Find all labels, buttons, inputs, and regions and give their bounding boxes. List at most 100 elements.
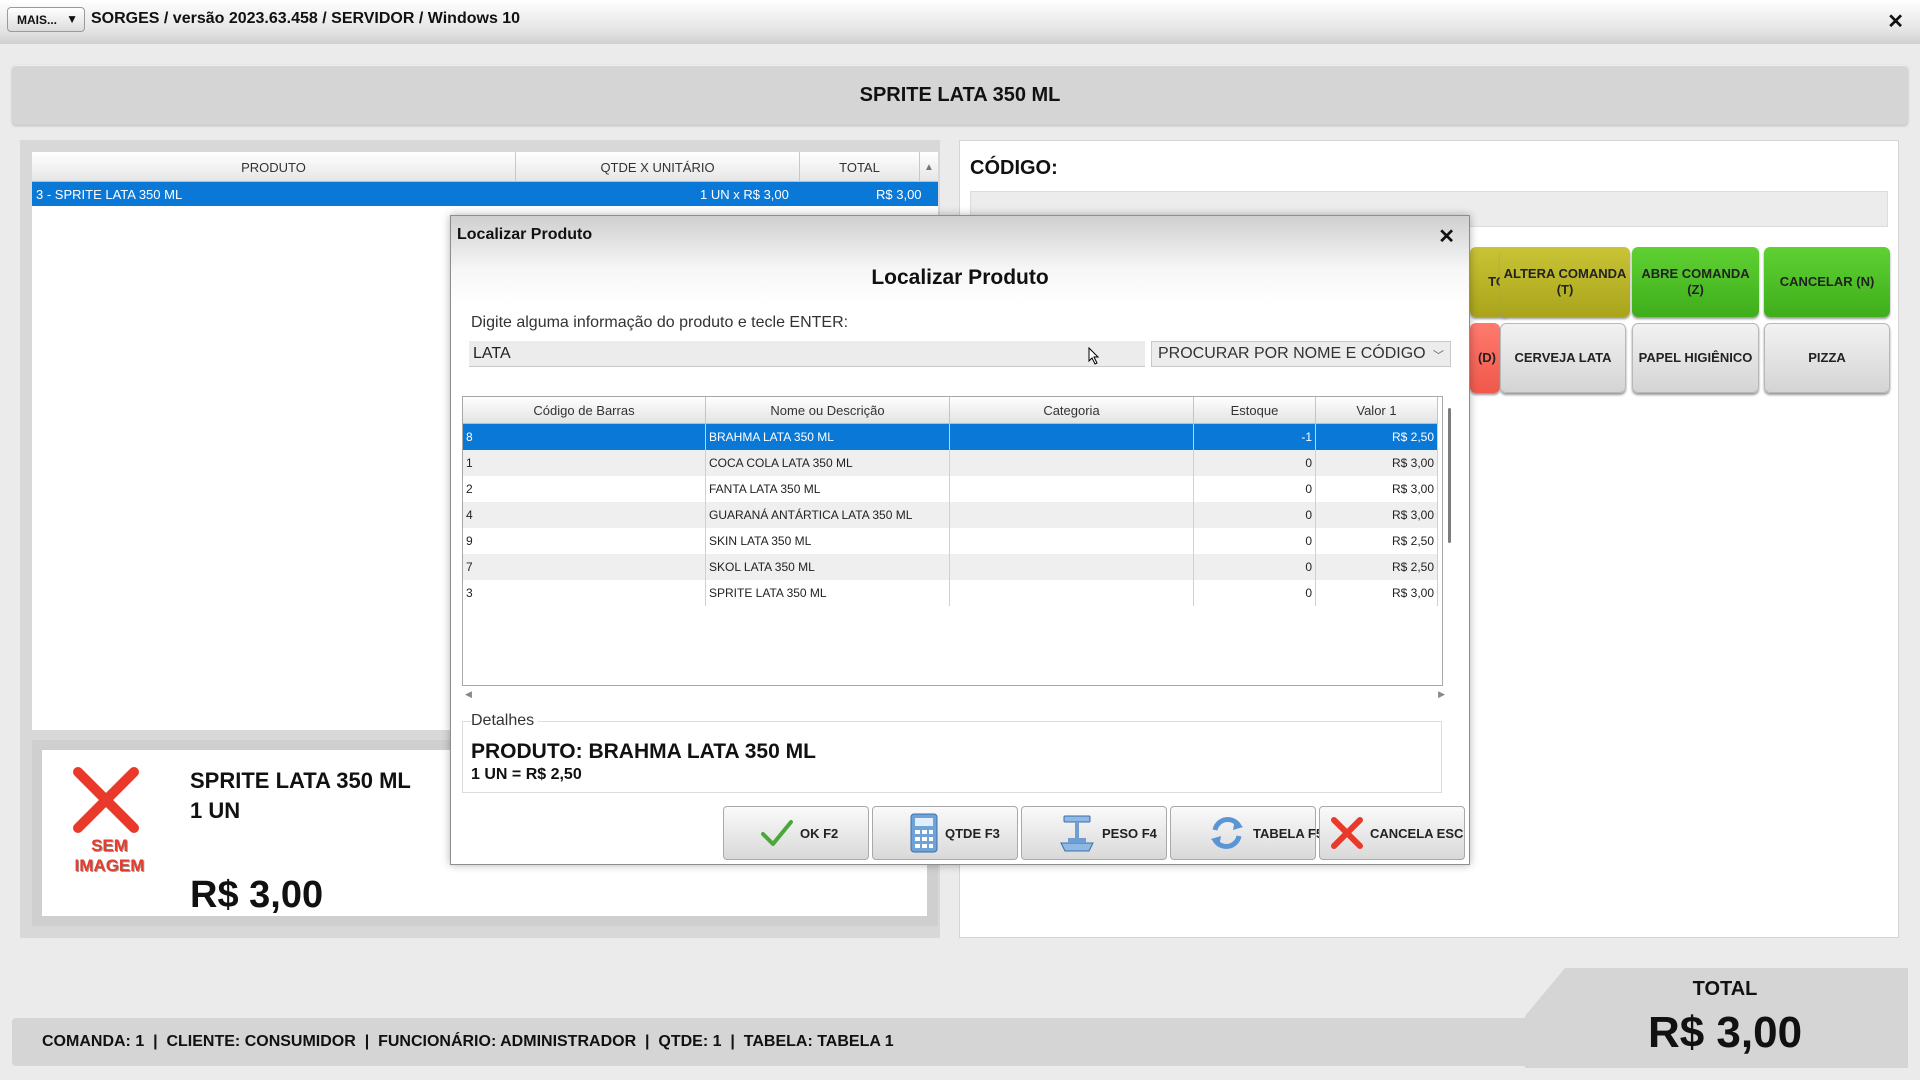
chevron-down-icon: ﹀ <box>1433 350 1444 362</box>
more-menu-label: MAIS... <box>17 12 58 27</box>
cell-value: R$ 3,00 <box>1316 502 1438 528</box>
cell-stock: 0 <box>1194 580 1316 606</box>
cell-stock: 0 <box>1194 476 1316 502</box>
cancelar-button[interactable]: CANCELAR (N) <box>1764 247 1890 317</box>
details-label: Detalhes <box>471 712 539 730</box>
cell-category <box>950 554 1194 580</box>
item-product: 3 - SPRITE LATA 350 ML <box>36 187 183 202</box>
function-button-d[interactable]: (D) <box>1470 323 1500 393</box>
ok-button-label: OK F2 <box>800 825 839 841</box>
vertical-scrollbar[interactable] <box>1448 408 1451 543</box>
scroll-up-icon[interactable]: ▲ <box>920 152 938 182</box>
cell-code: 2 <box>463 476 706 502</box>
item-qty-unit: 1 UN x R$ 3,00 <box>700 187 789 202</box>
cell-stock: 0 <box>1194 554 1316 580</box>
cell-value: R$ 3,00 <box>1316 476 1438 502</box>
cell-value: R$ 3,00 <box>1316 450 1438 476</box>
column-header-total[interactable]: TOTAL <box>800 152 920 182</box>
cancela-button[interactable]: CANCELA ESC <box>1319 806 1465 860</box>
dialog-title: Localizar Produto <box>457 226 593 243</box>
results-table-body: 8 BRAHMA LATA 350 ML -1 R$ 2,50 1 COCA C… <box>463 424 1438 606</box>
cell-value: R$ 2,50 <box>1316 554 1438 580</box>
status-text: COMANDA: 1 | CLIENTE: CONSUMIDOR | FUNCI… <box>42 1033 894 1050</box>
cell-stock: 0 <box>1194 528 1316 554</box>
cell-stock: 0 <box>1194 450 1316 476</box>
search-mode-select[interactable]: PROCURAR POR NOME E CÓDIGO ﹀ <box>1151 341 1451 367</box>
scroll-left-icon[interactable]: ◀ <box>465 689 472 700</box>
details-product-price: 1 UN = R$ 2,50 <box>471 766 582 783</box>
column-header-codigo[interactable]: Código de Barras <box>463 397 706 424</box>
window-close-icon[interactable]: ✕ <box>1887 9 1904 34</box>
cell-name: COCA COLA LATA 350 ML <box>706 450 950 476</box>
cell-code: 8 <box>463 424 706 450</box>
current-item-name: SPRITE LATA 350 ML <box>190 768 411 793</box>
cell-category <box>950 450 1194 476</box>
column-header-qtde-unitario[interactable]: QTDE X UNITÁRIO <box>516 152 800 182</box>
qtde-button[interactable]: QTDE F3 <box>872 806 1018 860</box>
qtde-button-label: QTDE F3 <box>945 825 1000 841</box>
status-bar: COMANDA: 1 | CLIENTE: CONSUMIDOR | FUNCI… <box>12 1018 1612 1066</box>
cell-value: R$ 3,00 <box>1316 580 1438 606</box>
tabela-button[interactable]: TABELA F5 <box>1170 806 1323 860</box>
localizar-produto-dialog: Localizar Produto ✕ Localizar Produto Di… <box>450 215 1470 865</box>
cell-code: 1 <box>463 450 706 476</box>
cell-name: SPRITE LATA 350 ML <box>706 580 950 606</box>
cell-category <box>950 502 1194 528</box>
no-image-x-icon <box>73 767 139 833</box>
item-total: R$ 3,00 <box>876 187 922 202</box>
check-icon <box>761 820 793 846</box>
table-row[interactable]: 7 SKOL LATA 350 ML 0 R$ 2,50 <box>463 554 1438 580</box>
altera-comanda-button[interactable]: ALTERA COMANDA (T) <box>1500 247 1630 317</box>
calculator-icon <box>910 813 938 853</box>
column-header-valor[interactable]: Valor 1 <box>1316 397 1438 424</box>
current-item-price: R$ 3,00 <box>190 874 324 916</box>
total-value: R$ 3,00 <box>1647 1008 1803 1057</box>
cell-code: 7 <box>463 554 706 580</box>
column-header-nome[interactable]: Nome ou Descrição <box>706 397 950 424</box>
cancela-button-label: CANCELA ESC <box>1370 825 1464 841</box>
window-title: SORGES / versão 2023.63.458 / SERVIDOR /… <box>91 10 521 27</box>
papel-higienico-button[interactable]: PAPEL HIGIÊNICO <box>1632 323 1759 393</box>
table-row[interactable]: 8 BRAHMA LATA 350 ML -1 R$ 2,50 <box>463 424 1438 450</box>
abre-comanda-button[interactable]: ABRE COMANDA (Z) <box>1632 247 1759 317</box>
cell-name: BRAHMA LATA 350 ML <box>706 424 950 450</box>
search-instruction: Digite alguma informação do produto e te… <box>471 314 849 331</box>
table-row[interactable]: 4 GUARANÁ ANTÁRTICA LATA 350 ML 0 R$ 3,0… <box>463 502 1438 528</box>
column-header-produto[interactable]: PRODUTO <box>32 152 516 182</box>
scale-icon <box>1060 815 1094 852</box>
search-mode-value: PROCURAR POR NOME E CÓDIGO <box>1158 345 1426 362</box>
table-row[interactable]: 9 SKIN LATA 350 ML 0 R$ 2,50 <box>463 528 1438 554</box>
cerveja-lata-button[interactable]: CERVEJA LATA <box>1500 323 1626 393</box>
peso-button[interactable]: PESO F4 <box>1021 806 1167 860</box>
cell-value: R$ 2,50 <box>1316 528 1438 554</box>
pizza-button[interactable]: PIZZA <box>1764 323 1890 393</box>
cell-code: 9 <box>463 528 706 554</box>
dialog-close-icon[interactable]: ✕ <box>1438 224 1455 249</box>
no-image-label: SEM IMAGEM <box>74 836 145 875</box>
table-row[interactable]: 2 FANTA LATA 350 ML 0 R$ 3,00 <box>463 476 1438 502</box>
ok-button[interactable]: OK F2 <box>723 806 869 860</box>
horizontal-scrollbar[interactable]: ◀ ▶ <box>465 689 1445 701</box>
cell-code: 3 <box>463 580 706 606</box>
cell-name: SKOL LATA 350 ML <box>706 554 950 580</box>
total-label: TOTAL <box>1692 978 1758 1000</box>
dropdown-arrow-icon: ▼ <box>66 12 78 26</box>
cell-category <box>950 476 1194 502</box>
cancel-x-icon <box>1331 817 1363 849</box>
current-item-qty: 1 UN <box>190 798 241 823</box>
product-results-table: Código de Barras Nome ou Descrição Categ… <box>462 396 1443 686</box>
table-row[interactable]: 3 SPRITE LATA 350 ML 0 R$ 3,00 <box>463 580 1438 606</box>
results-table-header: Código de Barras Nome ou Descrição Categ… <box>463 397 1438 424</box>
cell-name: SKIN LATA 350 ML <box>706 528 950 554</box>
more-menu-button[interactable]: MAIS... ▼ <box>7 7 85 32</box>
column-header-estoque[interactable]: Estoque <box>1194 397 1316 424</box>
title-bar: MAIS... ▼ SORGES / versão 2023.63.458 / … <box>0 0 1920 44</box>
table-row[interactable]: 3 - SPRITE LATA 350 ML 1 UN x R$ 3,00 R$… <box>32 182 938 206</box>
column-header-categoria[interactable]: Categoria <box>950 397 1194 424</box>
search-input[interactable] <box>469 341 1145 367</box>
table-row[interactable]: 1 COCA COLA LATA 350 ML 0 R$ 3,00 <box>463 450 1438 476</box>
cell-category <box>950 528 1194 554</box>
cell-code: 4 <box>463 502 706 528</box>
cell-name: FANTA LATA 350 ML <box>706 476 950 502</box>
scroll-right-icon[interactable]: ▶ <box>1438 689 1445 700</box>
